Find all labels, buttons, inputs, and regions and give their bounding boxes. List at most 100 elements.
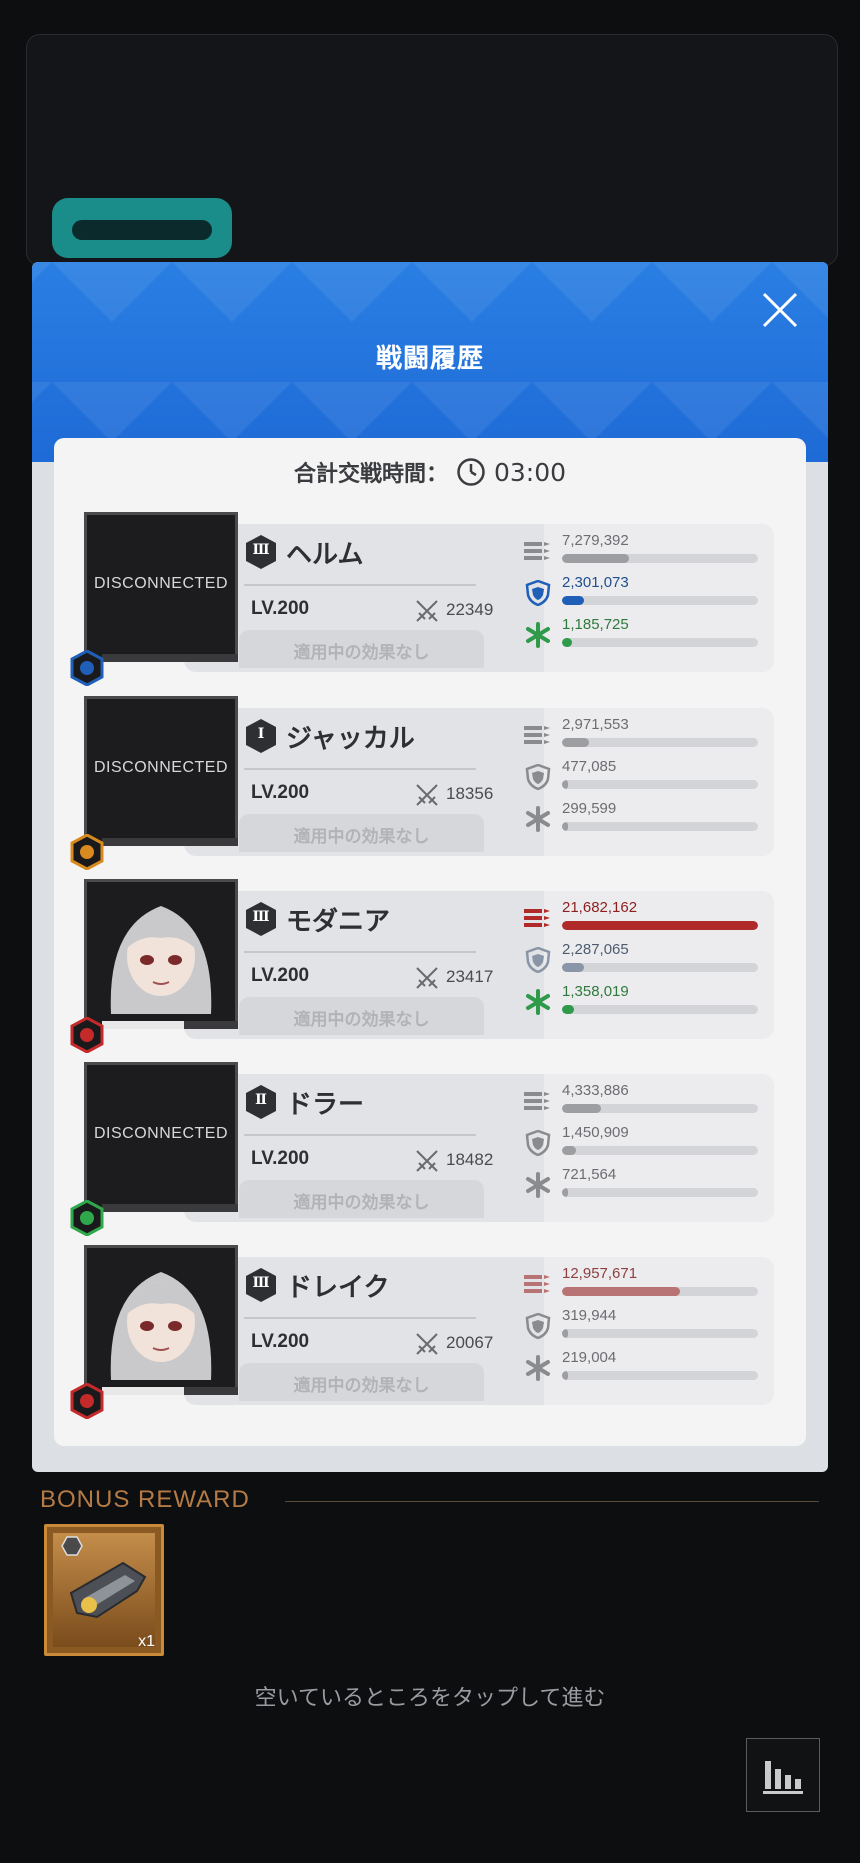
stat-value: 319,944	[562, 1307, 617, 1324]
stat-damage: 12,957,671	[524, 1265, 764, 1303]
stat-value: 2,287,065	[562, 941, 629, 958]
disconnected-label: DISCONNECTED	[93, 1125, 228, 1142]
stat-bar	[562, 1146, 758, 1155]
damage-icon	[524, 722, 552, 748]
combat-power: 18356	[446, 784, 494, 803]
effect-label: 適用中の効果なし	[293, 1193, 430, 1213]
unit-level: LV.200	[251, 782, 310, 803]
disconnected-label: DISCONNECTED	[93, 575, 228, 592]
unit-name-block: Ⅰ ジャッカル	[244, 714, 484, 760]
unit-name: モダニア	[286, 907, 391, 937]
unit-portrait	[84, 1245, 238, 1395]
combat-power: 18482	[446, 1150, 494, 1169]
heal-icon	[524, 989, 552, 1015]
damage-icon	[524, 905, 552, 931]
stat-bar	[562, 554, 758, 563]
stat-value: 2,301,073	[562, 574, 629, 591]
stat-damage: 4,333,886	[524, 1082, 764, 1120]
stat-bar	[562, 1287, 758, 1296]
stat-value: 477,085	[562, 758, 617, 775]
battle-history-modal: 戦闘履歴 合計交戦時間： 03:00 DISCONNECTED Ⅲ ヘルム LV…	[32, 262, 828, 1472]
rank-badge: Ⅲ	[244, 901, 278, 937]
stat-shield: 2,301,073	[524, 574, 764, 612]
stat-value: 721,564	[562, 1166, 617, 1183]
stat-bar-fill	[562, 1146, 576, 1155]
stat-bar-fill	[562, 921, 758, 930]
rank-label: Ⅲ	[252, 542, 270, 558]
stat-bar-fill	[562, 554, 629, 563]
stat-heal: 1,358,019	[524, 983, 764, 1021]
hp-bar	[102, 838, 238, 846]
crossed-swords-icon	[414, 965, 440, 991]
wind-icon	[70, 1199, 104, 1237]
equipment-icon	[61, 1536, 147, 1619]
name-divider	[244, 1134, 476, 1136]
hp-bar	[102, 1387, 238, 1395]
crossed-swords-icon	[414, 598, 440, 624]
effect-status: 適用中の効果なし	[239, 997, 484, 1035]
stat-bar	[562, 596, 758, 605]
unit-portrait: DISCONNECTED	[84, 512, 238, 662]
reward-item[interactable]: x1	[44, 1524, 164, 1656]
stat-heal: 299,599	[524, 800, 764, 838]
stat-bar	[562, 963, 758, 972]
effect-label: 適用中の効果なし	[293, 643, 430, 663]
effect-status: 適用中の効果なし	[239, 630, 484, 668]
stat-value: 7,279,392	[562, 532, 629, 549]
tap-to-continue-hint[interactable]: 空いているところをタップして進む	[0, 1680, 860, 1712]
name-divider	[244, 584, 476, 586]
unit-row[interactable]: DISCONNECTED Ⅰ ジャッカル LV.200 18356 適用中の効果…	[70, 696, 784, 871]
stat-damage: 2,971,553	[524, 716, 764, 754]
stat-value: 1,358,019	[562, 983, 629, 1000]
unit-level: LV.200	[251, 598, 310, 619]
unit-row[interactable]: DISCONNECTED Ⅱ ドラー LV.200 18482 適用中の効果なし…	[70, 1062, 784, 1237]
stat-bar-fill	[562, 1371, 568, 1380]
effect-status: 適用中の効果なし	[239, 814, 484, 852]
stat-bar	[562, 1188, 758, 1197]
stat-value: 1,185,725	[562, 616, 629, 633]
close-button[interactable]	[758, 288, 802, 332]
stat-bar-fill	[562, 780, 568, 789]
hp-bar	[102, 654, 238, 662]
effect-label: 適用中の効果なし	[293, 1010, 430, 1030]
rank-label: Ⅰ	[257, 726, 265, 742]
stat-bar-fill	[562, 1188, 568, 1197]
stat-bar-fill	[562, 738, 590, 747]
stat-heal: 1,185,725	[524, 616, 764, 654]
unit-name: ドラー	[286, 1090, 365, 1120]
heal-icon	[524, 806, 552, 832]
unit-portrait: DISCONNECTED	[84, 696, 238, 846]
close-icon	[762, 292, 798, 328]
stat-bar-fill	[562, 1005, 574, 1014]
statistics-button[interactable]	[746, 1738, 820, 1812]
stat-bar	[562, 738, 758, 747]
unit-level: LV.200	[251, 965, 310, 986]
stat-bar-fill	[562, 638, 572, 647]
unit-level: LV.200	[251, 1148, 310, 1169]
stat-bar	[562, 921, 758, 930]
stat-bar	[562, 1005, 758, 1014]
total-engagement-time: 合計交戦時間： 03:00	[54, 452, 806, 492]
stat-value: 12,957,671	[562, 1265, 638, 1282]
unit-row[interactable]: Ⅲ モダニア LV.200 23417 適用中の効果なし 21,682,162 …	[70, 879, 784, 1054]
shield-icon	[524, 1129, 552, 1157]
water-icon	[70, 649, 104, 687]
shield-icon	[524, 1312, 552, 1340]
heal-icon	[524, 622, 552, 648]
unit-row[interactable]: Ⅲ ドレイク LV.200 20067 適用中の効果なし 12,957,671 …	[70, 1245, 784, 1420]
stat-bar-fill	[562, 596, 584, 605]
combat-power: 23417	[446, 967, 494, 986]
unit-row[interactable]: DISCONNECTED Ⅲ ヘルム LV.200 22349 適用中の効果なし…	[70, 512, 784, 687]
stat-bar-fill	[562, 1104, 602, 1113]
name-divider	[244, 768, 476, 770]
stat-value: 21,682,162	[562, 899, 638, 916]
stat-value: 1,450,909	[562, 1124, 629, 1141]
unit-level: LV.200	[251, 1331, 310, 1352]
effect-label: 適用中の効果なし	[293, 827, 430, 847]
damage-icon	[524, 1088, 552, 1114]
name-divider	[244, 1317, 476, 1319]
stat-bar	[562, 1371, 758, 1380]
stat-value: 299,599	[562, 800, 617, 817]
shield-icon	[524, 763, 552, 791]
shield-icon	[524, 946, 552, 974]
